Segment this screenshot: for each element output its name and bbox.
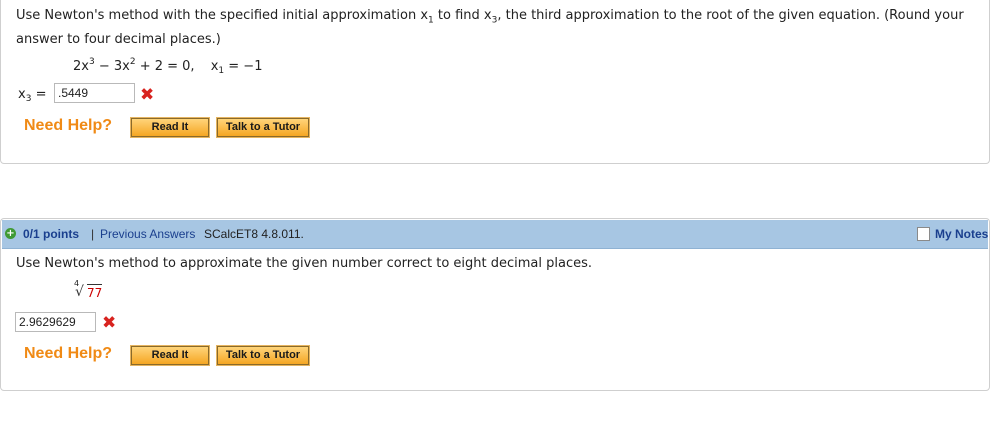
prompt-text: to find x xyxy=(433,8,492,23)
eq-exponent: 2 xyxy=(129,57,136,67)
my-notes-link[interactable]: My Notes xyxy=(935,227,988,241)
eq-term: 2x xyxy=(73,59,89,74)
eq-term: + 2 = 0, xyxy=(135,59,195,74)
eq-sub: 1 xyxy=(218,66,225,76)
eq-term: − 3x xyxy=(94,59,130,74)
prompt-text: , the third approximation to the root of… xyxy=(497,8,964,23)
expand-plus-icon[interactable]: + xyxy=(5,228,16,239)
previous-answers-link[interactable]: Previous Answers xyxy=(100,227,195,241)
need-help-label: Need Help? xyxy=(24,117,113,134)
prompt-text: Use Newton's method with the specified i… xyxy=(16,8,429,23)
radical-expression: 4 √ 77 xyxy=(74,279,114,303)
question-header: + 0/1 points | Previous Answers SCalcET8… xyxy=(2,220,988,249)
read-it-button[interactable]: Read It xyxy=(130,117,210,138)
incorrect-icon: ✖ xyxy=(140,85,155,105)
answer-sub: 3 xyxy=(25,94,32,104)
eq-value: = −1 xyxy=(224,59,263,74)
notes-icon[interactable] xyxy=(917,227,930,241)
eq-exponent: 3 xyxy=(88,57,95,67)
answer-label: x3 = xyxy=(18,87,47,104)
answer-eq: = xyxy=(31,87,47,102)
talk-to-tutor-button[interactable]: Talk to a Tutor xyxy=(216,117,310,138)
talk-to-tutor-button[interactable]: Talk to a Tutor xyxy=(216,345,310,366)
need-help-label: Need Help? xyxy=(24,345,113,362)
answer-input-2[interactable]: 2.9629629 xyxy=(15,312,96,332)
incorrect-icon: ✖ xyxy=(102,313,117,333)
radical-sign-icon: √ xyxy=(75,284,84,300)
answer-input-1[interactable]: .5449 xyxy=(54,83,135,103)
read-it-button[interactable]: Read It xyxy=(130,345,210,366)
header-separator: | xyxy=(91,227,95,241)
question-1-prompt-line2: answer to four decimal places.) xyxy=(16,32,221,47)
answer-var: x xyxy=(18,87,26,102)
points-label: 0/1 points xyxy=(23,227,80,241)
question-2-prompt: Use Newton's method to approximate the g… xyxy=(16,256,592,271)
radicand: 77 xyxy=(87,284,103,300)
question-ref: SCalcET8 4.8.011. xyxy=(204,227,304,241)
question-panel-2: + 0/1 points | Previous Answers SCalcET8… xyxy=(0,218,990,391)
equation: 2x3 − 3x2 + 2 = 0, x1 = −1 xyxy=(73,57,263,76)
